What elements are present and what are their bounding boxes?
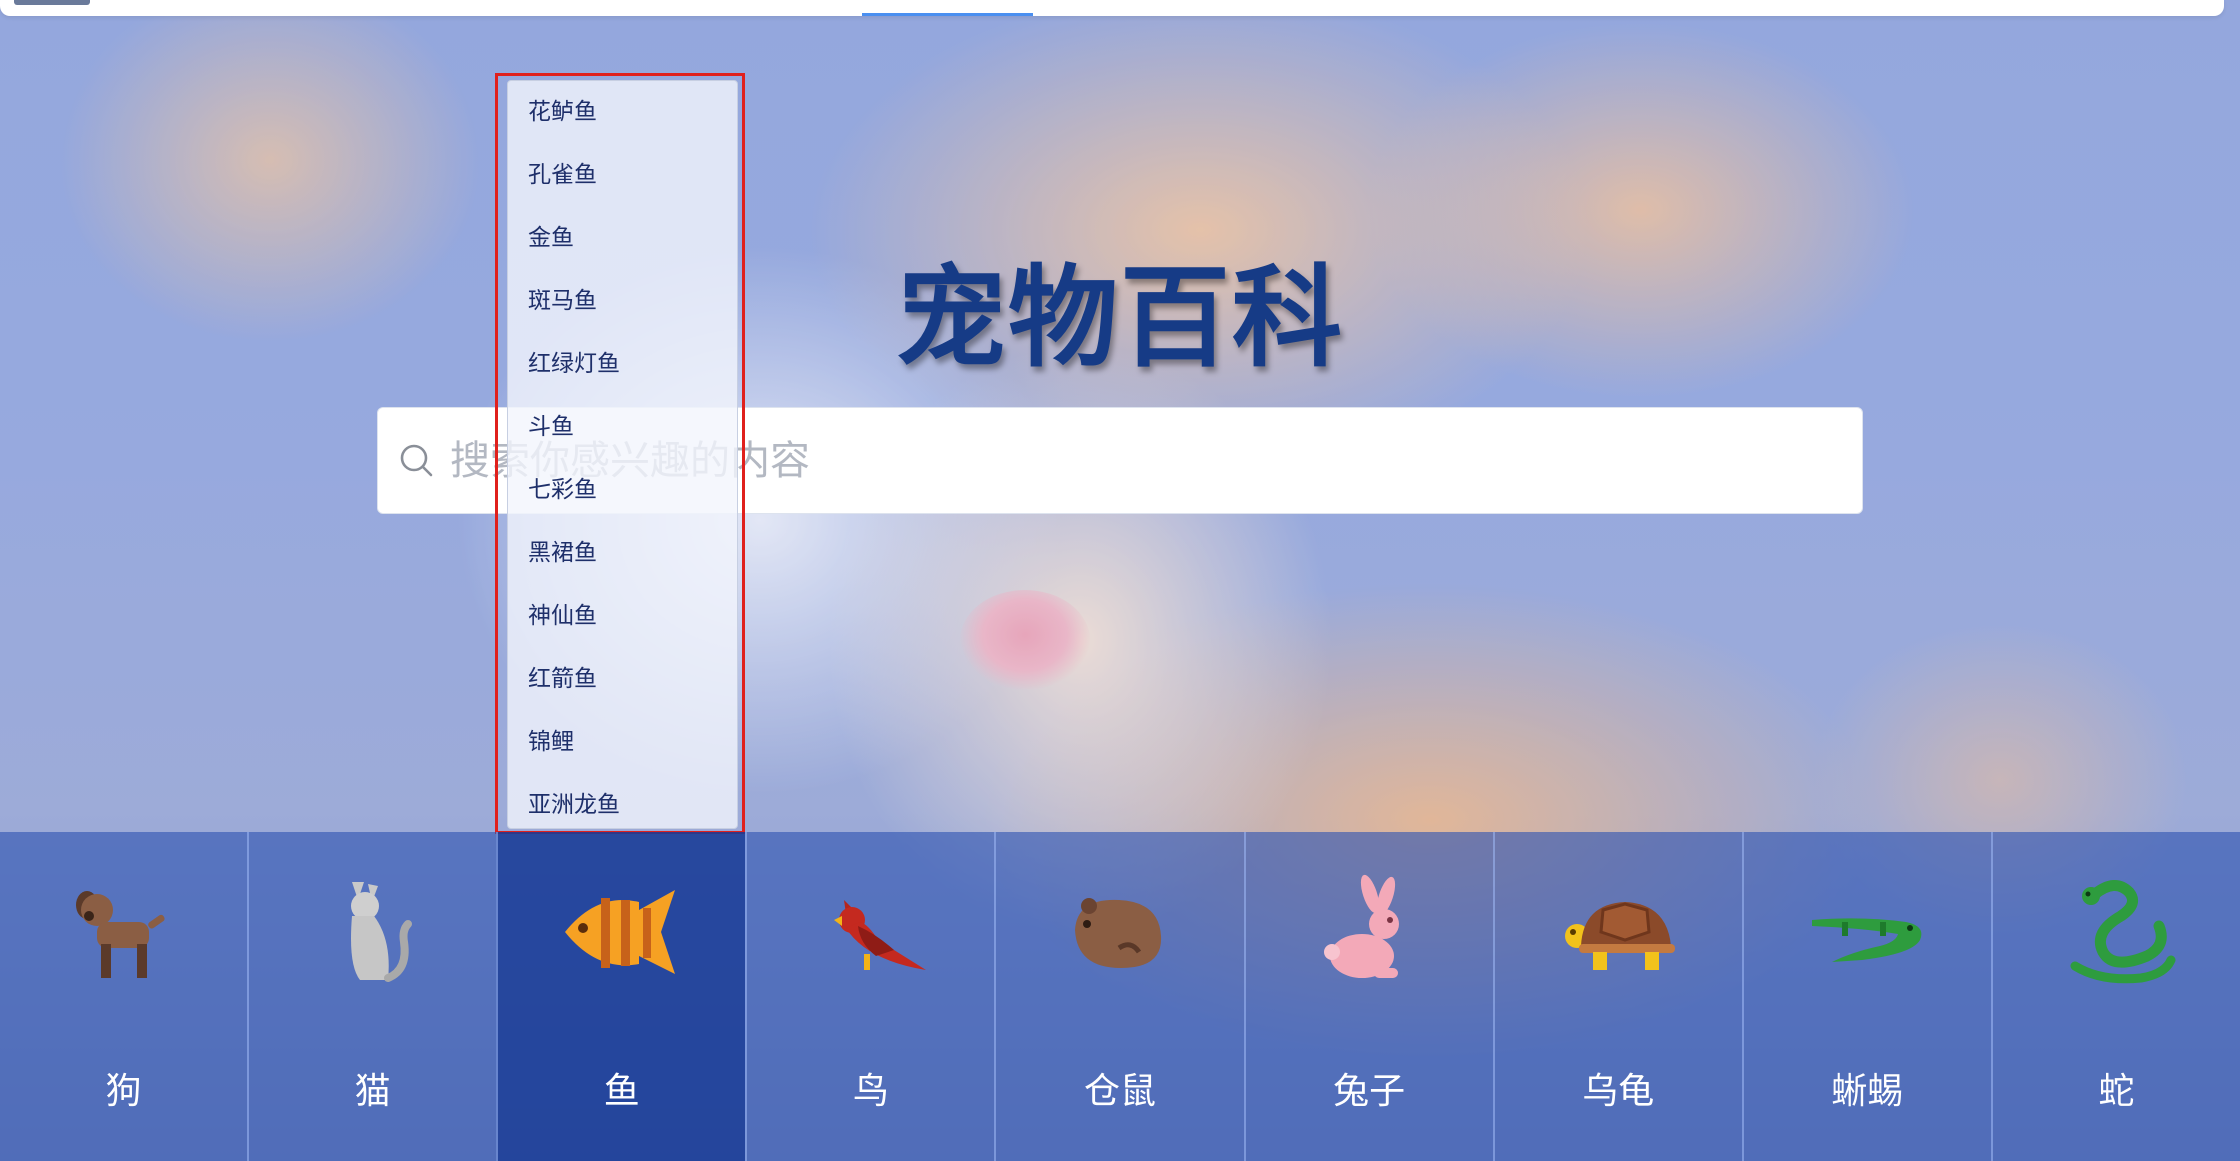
fish-icon bbox=[564, 890, 675, 974]
subcategory-dropdown: 花鲈鱼 孔雀鱼 金鱼 斑马鱼 红绿灯鱼 斗鱼 七彩鱼 黑裙鱼 神仙鱼 红箭鱼 锦… bbox=[495, 73, 745, 834]
dropdown-panel: 花鲈鱼 孔雀鱼 金鱼 斑马鱼 红绿灯鱼 斗鱼 七彩鱼 黑裙鱼 神仙鱼 红箭鱼 锦… bbox=[507, 80, 738, 829]
dropdown-item-8[interactable]: 神仙鱼 bbox=[528, 596, 597, 636]
category-label: 兔子 bbox=[1333, 1071, 1406, 1112]
dropdown-item-9[interactable]: 红箭鱼 bbox=[528, 659, 597, 699]
category-rabbit[interactable]: 兔子 bbox=[1243, 832, 1493, 1161]
turtle-icon bbox=[1565, 902, 1676, 970]
category-label: 狗 bbox=[105, 1071, 142, 1112]
dropdown-item-10[interactable]: 锦鲤 bbox=[528, 722, 574, 762]
category-label: 仓鼠 bbox=[1083, 1071, 1156, 1112]
active-tab-indicator bbox=[862, 13, 1033, 16]
dropdown-item-2[interactable]: 金鱼 bbox=[528, 218, 574, 258]
category-label: 鱼 bbox=[603, 1071, 640, 1112]
dog-icon bbox=[75, 891, 165, 978]
lizard-icon bbox=[1812, 918, 1922, 962]
snake-icon bbox=[2070, 880, 2176, 984]
category-hamster[interactable]: 仓鼠 bbox=[994, 832, 1244, 1161]
dropdown-item-7[interactable]: 黑裙鱼 bbox=[528, 533, 597, 573]
category-bird[interactable]: 鸟 bbox=[745, 832, 995, 1161]
category-label: 猫 bbox=[354, 1071, 391, 1112]
dropdown-item-5[interactable]: 斗鱼 bbox=[528, 407, 574, 447]
dropdown-item-4[interactable]: 红绿灯鱼 bbox=[528, 344, 620, 384]
category-cat[interactable]: 猫 bbox=[247, 832, 497, 1161]
top-nav-bar bbox=[0, 0, 2224, 16]
search-icon bbox=[400, 444, 433, 477]
dropdown-item-3[interactable]: 斑马鱼 bbox=[528, 281, 597, 321]
category-label: 蜥蜴 bbox=[1831, 1071, 1904, 1112]
bird-icon bbox=[833, 900, 926, 970]
category-label: 乌龟 bbox=[1582, 1071, 1655, 1112]
cat-icon bbox=[350, 882, 412, 982]
site-title: 宠物百科 bbox=[896, 254, 1344, 382]
category-turtle[interactable]: 乌龟 bbox=[1492, 832, 1742, 1161]
hamster-icon bbox=[1074, 898, 1162, 968]
category-fish[interactable]: 鱼 bbox=[496, 832, 746, 1161]
rabbit-icon bbox=[1324, 874, 1400, 978]
top-logo[interactable] bbox=[14, 0, 90, 5]
dropdown-item-1[interactable]: 孔雀鱼 bbox=[528, 155, 597, 195]
category-lizard[interactable]: 蜥蜴 bbox=[1741, 832, 1991, 1161]
dropdown-item-6[interactable]: 七彩鱼 bbox=[528, 470, 597, 510]
category-bar: 狗 猫 鱼 鸟 仓鼠 兔子 乌龟 蜥蜴 蛇 bbox=[0, 832, 2240, 1161]
category-label: 蛇 bbox=[2098, 1071, 2135, 1112]
category-snake[interactable]: 蛇 bbox=[1990, 832, 2240, 1161]
dropdown-item-0[interactable]: 花鲈鱼 bbox=[528, 92, 597, 132]
category-dog[interactable]: 狗 bbox=[0, 832, 248, 1161]
dropdown-item-11[interactable]: 亚洲龙鱼 bbox=[528, 785, 620, 825]
category-label: 鸟 bbox=[852, 1071, 889, 1112]
